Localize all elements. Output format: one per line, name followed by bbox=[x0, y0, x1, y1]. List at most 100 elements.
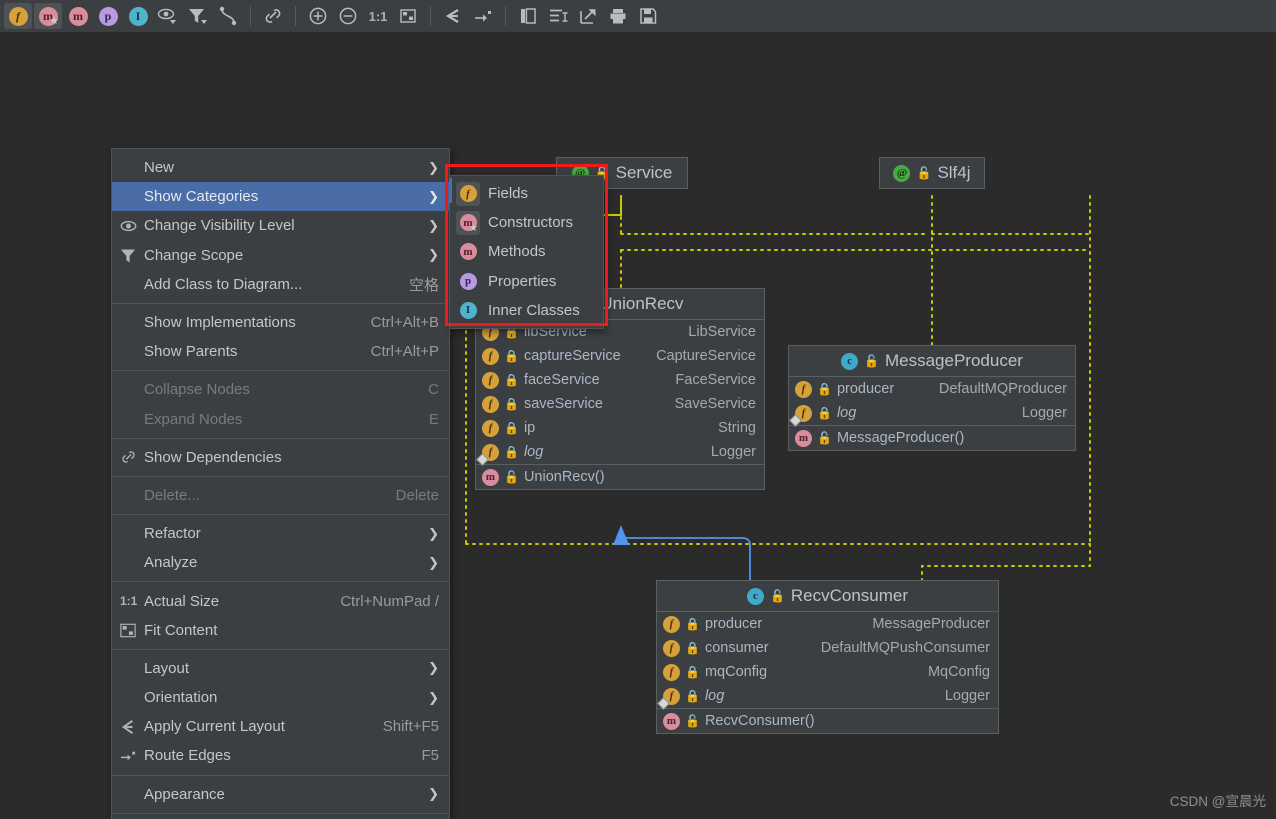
uml-member-row[interactable]: f 🔒 producer MessageProducer bbox=[657, 612, 998, 636]
menu-item-show-dependencies[interactable]: Show Dependencies bbox=[112, 443, 449, 472]
show-constructors-icon[interactable]: m ★ bbox=[34, 3, 62, 29]
uml-member-row[interactable]: f 🔒 captureService CaptureService bbox=[476, 344, 764, 368]
uml-member-name: UnionRecv() bbox=[523, 469, 605, 485]
show-inner-classes-icon[interactable]: I bbox=[124, 3, 152, 29]
layout-icon bbox=[120, 719, 144, 735]
menu-item-change-visibility-level[interactable]: Change Visibility Level ❯ bbox=[112, 211, 449, 240]
menu-item-route-edges[interactable]: Route Edges F5 bbox=[112, 741, 449, 770]
list-structure-icon bbox=[550, 9, 568, 22]
menu-item-shortcut: 空格 bbox=[408, 276, 439, 294]
field-badge-icon: f bbox=[8, 6, 28, 26]
chevron-right-icon: ❯ bbox=[428, 217, 439, 233]
uml-node-title-label: Service bbox=[615, 163, 673, 182]
show-fields-icon[interactable]: f bbox=[4, 3, 32, 29]
menu-item-show-implementations[interactable]: Show Implementations Ctrl+Alt+B bbox=[112, 308, 449, 337]
uml-member-row[interactable]: m 🔓 MessageProducer() bbox=[789, 426, 1075, 450]
menu-item-label: Change Scope bbox=[144, 246, 244, 264]
menu-item-new[interactable]: New ❯ bbox=[112, 153, 449, 182]
uml-member-row[interactable]: f 🔒 consumer DefaultMQPushConsumer bbox=[657, 636, 998, 660]
menu-item-appearance[interactable]: Appearance ❯ bbox=[112, 780, 449, 809]
fit-content-icon[interactable] bbox=[394, 3, 422, 29]
uml-member-row[interactable]: f 🔒 saveService SaveService bbox=[476, 392, 764, 416]
diagram-context-menu[interactable]: New ❯ Show Categories ❯ Change Visibility L… bbox=[111, 148, 450, 819]
uml-node-recvconsumer[interactable]: c 🔓 RecvConsumer f 🔒 producer MessageProducer f… bbox=[656, 580, 999, 734]
menu-item-add-class-to-diagram[interactable]: Add Class to Diagram... 空格 bbox=[112, 270, 449, 299]
uml-member-name: producer bbox=[836, 381, 895, 397]
lock-closed-icon: 🔒 bbox=[685, 641, 700, 655]
uml-member-name: log bbox=[836, 405, 857, 421]
submenu-item-label: Constructors bbox=[488, 214, 574, 232]
uml-member-row[interactable]: m 🔓 UnionRecv() bbox=[476, 465, 764, 489]
toolbar-separator bbox=[250, 6, 251, 26]
menu-item-label: Show Categories bbox=[144, 188, 259, 206]
export-icon[interactable] bbox=[574, 3, 602, 29]
menu-item-refactor[interactable]: Refactor ❯ bbox=[112, 519, 449, 548]
route-edges-icon[interactable] bbox=[469, 3, 497, 29]
menu-item-fit-content[interactable]: Fit Content bbox=[112, 616, 449, 645]
print-icon[interactable] bbox=[604, 3, 632, 29]
menu-item-change-scope[interactable]: Change Scope ❯ bbox=[112, 241, 449, 270]
menu-item-label: Refactor bbox=[144, 525, 201, 543]
change-visibility-level-icon[interactable] bbox=[154, 3, 182, 29]
show-categories-submenu[interactable]: f Fields m ★ Constructors m Methods p Properties… bbox=[449, 175, 604, 329]
uml-member-row[interactable]: f 🔒 producer DefaultMQProducer bbox=[789, 377, 1075, 401]
menu-item-show-categories[interactable]: Show Categories ❯ bbox=[112, 182, 449, 212]
uml-node-slf4j[interactable]: @ 🔓 Slf4j bbox=[879, 157, 985, 189]
zoom-out-icon[interactable] bbox=[334, 3, 362, 29]
uml-member-row[interactable]: m 🔓 RecvConsumer() bbox=[657, 709, 998, 733]
menu-item-orientation[interactable]: Orientation ❯ bbox=[112, 683, 449, 712]
uml-member-row[interactable]: f 🔒 mqConfig MqConfig bbox=[657, 660, 998, 684]
menu-item-actual-size[interactable]: 1:1 Actual Size Ctrl+NumPad / bbox=[112, 586, 449, 615]
show-properties-icon[interactable]: p bbox=[94, 3, 122, 29]
menu-item-label: Actual Size bbox=[144, 592, 220, 610]
uml-node-messageproducer[interactable]: c 🔓 MessageProducer f 🔒 producer DefaultMQProd… bbox=[788, 345, 1076, 451]
menu-item-show-parents[interactable]: Show Parents Ctrl+Alt+P bbox=[112, 337, 449, 366]
structure-icon[interactable] bbox=[544, 3, 572, 29]
menu-separator bbox=[112, 812, 449, 814]
menu-item-label: Fit Content bbox=[144, 621, 218, 639]
zoom-in-icon[interactable] bbox=[304, 3, 332, 29]
copy-pages-icon bbox=[521, 8, 536, 24]
show-dependencies-icon[interactable] bbox=[259, 3, 287, 29]
uml-node-title: c 🔓 RecvConsumer bbox=[657, 581, 998, 612]
plus-circle-icon bbox=[309, 7, 327, 25]
static-marker-icon bbox=[476, 452, 489, 466]
submenu-item-properties[interactable]: p Properties bbox=[450, 267, 603, 296]
apply-current-layout-icon[interactable] bbox=[439, 3, 467, 29]
show-methods-icon[interactable]: m bbox=[64, 3, 92, 29]
menu-item-analyze[interactable]: Analyze ❯ bbox=[112, 548, 449, 577]
menu-item-label: Change Visibility Level bbox=[144, 217, 295, 235]
uml-member-row[interactable]: f 🔒 ip String bbox=[476, 416, 764, 440]
change-scope-icon[interactable] bbox=[184, 3, 212, 29]
save-icon[interactable] bbox=[634, 3, 662, 29]
diagram-toolbar: f m ★ m p I 1:1 bbox=[0, 0, 1276, 33]
menu-item-label: Layout bbox=[144, 659, 190, 677]
uml-member-name: MessageProducer() bbox=[836, 430, 965, 446]
edge-mode-icon[interactable] bbox=[214, 3, 242, 29]
menu-item-shortcut: F5 bbox=[421, 747, 439, 765]
class-badge-icon: c bbox=[746, 587, 764, 605]
field-badge-icon: f bbox=[663, 663, 680, 681]
uml-member-row[interactable]: f 🔒 log Logger bbox=[476, 440, 764, 466]
uml-member-type: CaptureService bbox=[656, 348, 756, 364]
uml-member-row[interactable]: f 🔒 faceService FaceService bbox=[476, 368, 764, 392]
uml-member-row[interactable]: f 🔒 log Logger bbox=[789, 401, 1075, 427]
submenu-item-fields[interactable]: f Fields bbox=[449, 178, 603, 208]
uml-member-name: log bbox=[704, 688, 725, 704]
copy-icon[interactable] bbox=[514, 3, 542, 29]
submenu-item-constructors[interactable]: m ★ Constructors bbox=[450, 208, 603, 237]
uml-node-fields-section: f 🔒 libService LibService f 🔒 captureService Ca… bbox=[476, 320, 764, 466]
menu-item-layout[interactable]: Layout ❯ bbox=[112, 654, 449, 683]
uml-member-row[interactable]: f 🔒 log Logger bbox=[657, 684, 998, 710]
uml-node-title-label: UnionRecv bbox=[600, 294, 684, 313]
uml-member-name: RecvConsumer() bbox=[704, 713, 815, 729]
submenu-item-inner-classes[interactable]: I Inner Classes bbox=[450, 296, 603, 325]
actual-size-icon[interactable]: 1:1 bbox=[364, 3, 392, 29]
eye-dropdown-icon bbox=[157, 8, 176, 24]
menu-separator bbox=[112, 370, 449, 372]
menu-item-label: Appearance bbox=[144, 785, 225, 803]
submenu-item-methods[interactable]: m Methods bbox=[450, 237, 603, 266]
menu-item-shortcut: Ctrl+Alt+B bbox=[370, 314, 439, 332]
lock-closed-icon: 🔒 bbox=[504, 373, 519, 387]
menu-item-apply-current-layout[interactable]: Apply Current Layout Shift+F5 bbox=[112, 712, 449, 741]
